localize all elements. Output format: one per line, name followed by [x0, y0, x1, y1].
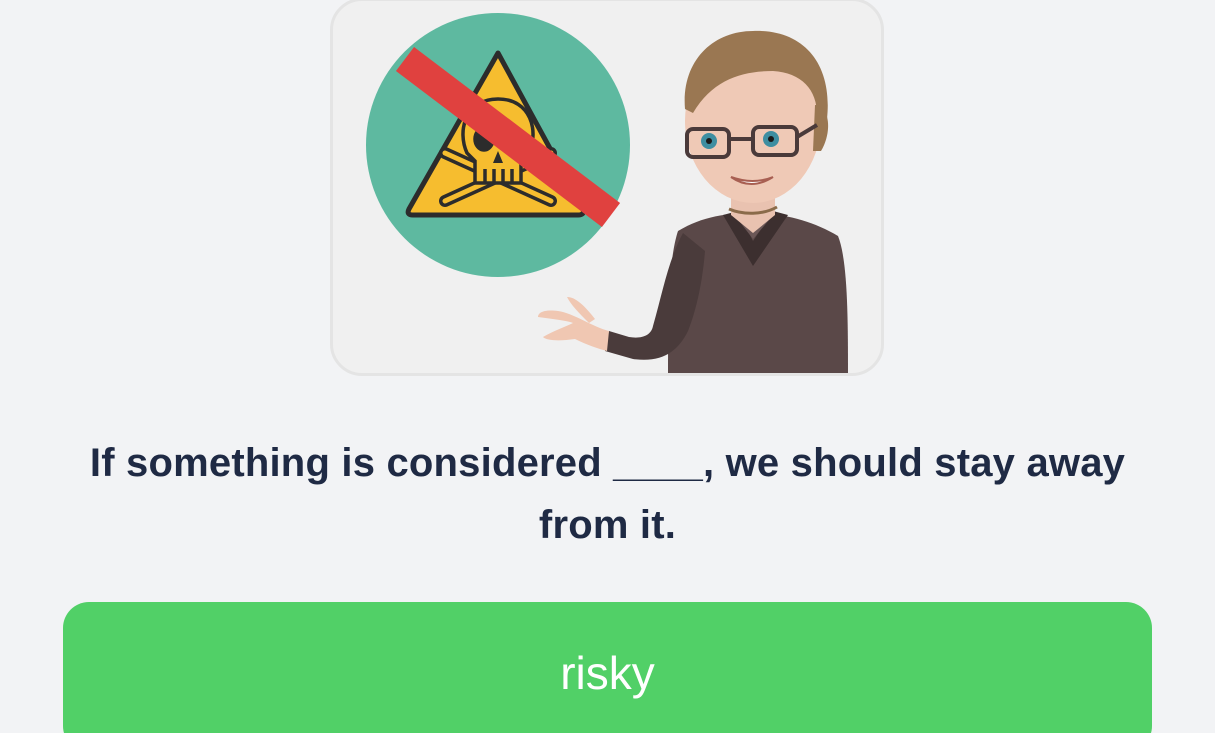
no-poison-sign-icon [366, 13, 630, 277]
illustration-image [366, 13, 848, 373]
answer-button-risky[interactable]: risky [63, 602, 1152, 733]
quiz-screen: If something is considered ____, we shou… [0, 0, 1215, 733]
question-text: If something is considered ____, we shou… [89, 441, 1126, 547]
illustration-card [330, 0, 884, 376]
answer-label: risky [560, 647, 655, 699]
